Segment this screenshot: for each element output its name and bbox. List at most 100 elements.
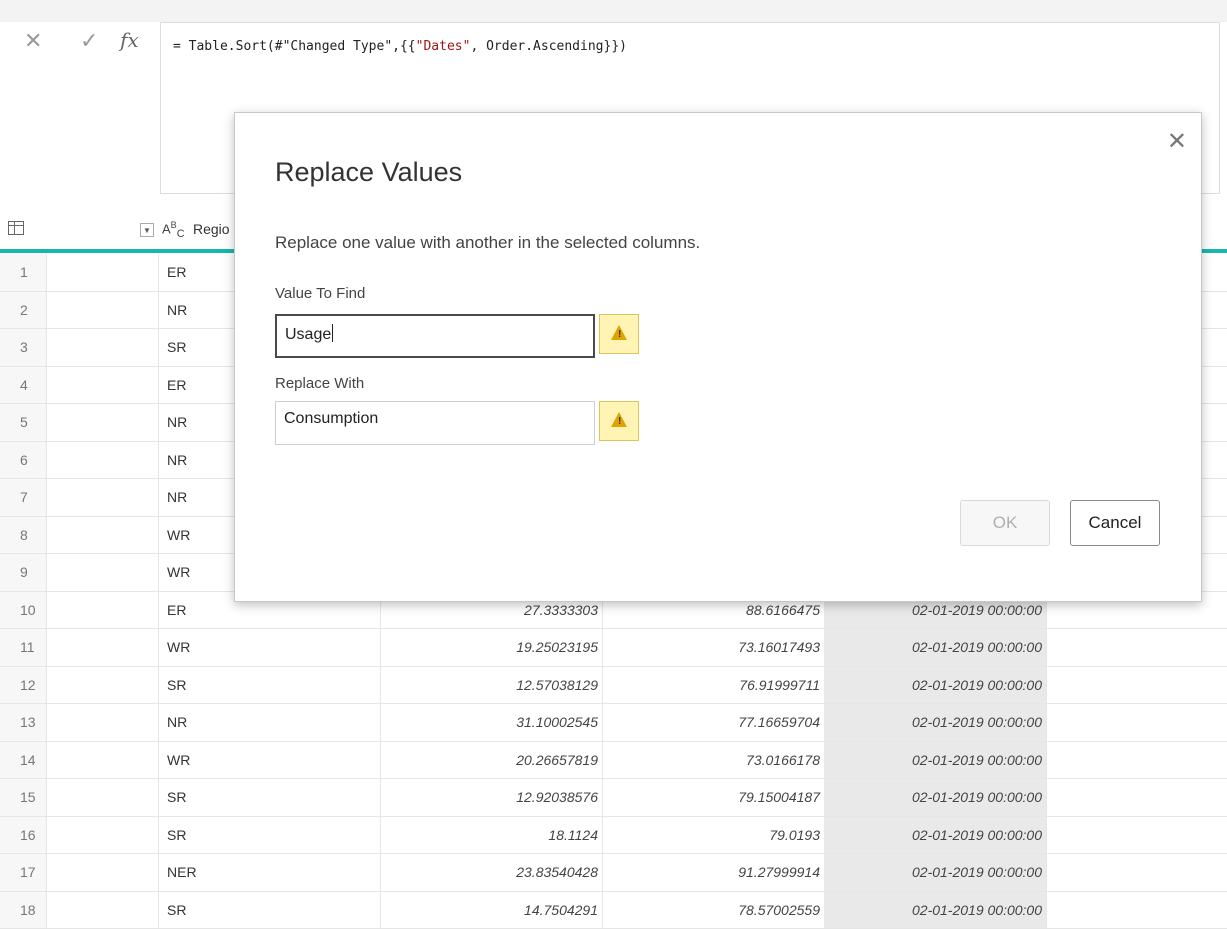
table-row: 17 NER 23.83540428 91.27999914 02-01-2019 00… — [0, 854, 1227, 892]
row-number[interactable]: 1 — [0, 254, 46, 291]
close-icon[interactable]: ✕ — [24, 28, 42, 54]
row-number[interactable]: 7 — [0, 479, 46, 516]
cell-region[interactable]: SR — [158, 891, 380, 928]
row-number[interactable]: 14 — [0, 741, 46, 778]
formula-string: "Dates" — [415, 39, 471, 54]
cell-first[interactable] — [46, 816, 158, 853]
cell-tail[interactable] — [1046, 629, 1227, 666]
row-number[interactable]: 5 — [0, 404, 46, 441]
cell-value-1[interactable]: 31.10002545 — [380, 704, 602, 741]
row-number[interactable]: 9 — [0, 554, 46, 591]
cell-first[interactable] — [46, 291, 158, 328]
row-number[interactable]: 17 — [0, 854, 46, 891]
table-row: 13 NR 31.10002545 77.16659704 02-01-2019 00:… — [0, 704, 1227, 742]
cancel-button[interactable]: Cancel — [1070, 500, 1160, 546]
cell-tail[interactable] — [1046, 741, 1227, 778]
cell-value-1[interactable]: 19.25023195 — [380, 629, 602, 666]
row-number[interactable]: 4 — [0, 366, 46, 403]
cell-first[interactable] — [46, 666, 158, 703]
cell-region[interactable]: NR — [158, 704, 380, 741]
cell-value-2[interactable]: 91.27999914 — [602, 854, 824, 891]
warning-icon[interactable]: ! — [599, 401, 639, 441]
cell-value-1[interactable]: 18.1124 — [380, 816, 602, 853]
cell-first[interactable] — [46, 591, 158, 628]
cell-value-2[interactable]: 76.91999711 — [602, 666, 824, 703]
cell-first[interactable] — [46, 441, 158, 478]
text-type-icon[interactable]: ABC — [162, 220, 185, 240]
cell-date[interactable]: 02-01-2019 00:00:00 — [824, 704, 1046, 741]
cell-value-2[interactable]: 73.16017493 — [602, 629, 824, 666]
cell-region[interactable]: SR — [158, 779, 380, 816]
cell-tail[interactable] — [1046, 816, 1227, 853]
cell-first[interactable] — [46, 779, 158, 816]
cell-value-2[interactable]: 78.57002559 — [602, 891, 824, 928]
cell-first[interactable] — [46, 329, 158, 366]
cell-first[interactable] — [46, 554, 158, 591]
cell-region[interactable]: SR — [158, 666, 380, 703]
ok-button[interactable]: OK — [960, 500, 1050, 546]
row-number[interactable]: 6 — [0, 441, 46, 478]
cell-region[interactable]: WR — [158, 629, 380, 666]
table-row: 11 WR 19.25023195 73.16017493 02-01-2019 00:… — [0, 629, 1227, 667]
close-icon[interactable]: ✕ — [1167, 127, 1187, 156]
cell-first[interactable] — [46, 516, 158, 553]
cell-tail[interactable] — [1046, 891, 1227, 928]
cell-region[interactable]: NER — [158, 854, 380, 891]
cell-region[interactable]: SR — [158, 816, 380, 853]
cell-first[interactable] — [46, 704, 158, 741]
row-number[interactable]: 3 — [0, 329, 46, 366]
cell-value-2[interactable]: 79.15004187 — [602, 779, 824, 816]
chevron-down-icon[interactable]: ▼ — [140, 223, 154, 237]
table-row: 12 SR 12.57038129 76.91999711 02-01-2019 00:… — [0, 666, 1227, 704]
column-header-region[interactable]: Regio — [193, 221, 230, 237]
row-number[interactable]: 13 — [0, 704, 46, 741]
top-strip — [0, 0, 1227, 22]
check-icon[interactable]: ✓ — [80, 28, 98, 54]
cell-date[interactable]: 02-01-2019 00:00:00 — [824, 666, 1046, 703]
cell-tail[interactable] — [1046, 666, 1227, 703]
warning-icon[interactable]: ! — [599, 314, 639, 354]
cell-date[interactable]: 02-01-2019 00:00:00 — [824, 854, 1046, 891]
row-number[interactable]: 8 — [0, 516, 46, 553]
cell-date[interactable]: 02-01-2019 00:00:00 — [824, 629, 1046, 666]
cell-tail[interactable] — [1046, 704, 1227, 741]
cell-first[interactable] — [46, 366, 158, 403]
row-number[interactable]: 12 — [0, 666, 46, 703]
cell-value-2[interactable]: 79.0193 — [602, 816, 824, 853]
row-number[interactable]: 18 — [0, 891, 46, 928]
cell-first[interactable] — [46, 741, 158, 778]
row-number[interactable]: 10 — [0, 591, 46, 628]
cell-value-2[interactable]: 73.0166178 — [602, 741, 824, 778]
cell-value-1[interactable]: 14.7504291 — [380, 891, 602, 928]
cell-date[interactable]: 02-01-2019 00:00:00 — [824, 779, 1046, 816]
formula-text: = Table.Sort(#"Changed Type",{{ — [173, 39, 416, 54]
cell-first[interactable] — [46, 629, 158, 666]
row-number[interactable]: 2 — [0, 291, 46, 328]
row-number[interactable]: 15 — [0, 779, 46, 816]
cell-value-1[interactable]: 20.26657819 — [380, 741, 602, 778]
cell-date[interactable]: 02-01-2019 00:00:00 — [824, 741, 1046, 778]
cell-tail[interactable] — [1046, 854, 1227, 891]
cell-first[interactable] — [46, 854, 158, 891]
table-row: 18 SR 14.7504291 78.57002559 02-01-2019 00:0… — [0, 891, 1227, 929]
fx-icon[interactable]: fx — [120, 28, 139, 52]
cell-tail[interactable] — [1046, 779, 1227, 816]
cell-first[interactable] — [46, 254, 158, 291]
cell-first[interactable] — [46, 891, 158, 928]
dialog-description: Replace one value with another in the se… — [275, 233, 701, 252]
cell-first[interactable] — [46, 404, 158, 441]
table-icon[interactable] — [8, 221, 24, 235]
cell-date[interactable]: 02-01-2019 00:00:00 — [824, 891, 1046, 928]
value-to-find-input[interactable]: Usage — [275, 314, 595, 358]
cell-region[interactable]: WR — [158, 741, 380, 778]
cell-value-1[interactable]: 12.92038576 — [380, 779, 602, 816]
row-number[interactable]: 11 — [0, 629, 46, 666]
cell-first[interactable] — [46, 479, 158, 516]
cell-date[interactable]: 02-01-2019 00:00:00 — [824, 816, 1046, 853]
cell-value-1[interactable]: 23.83540428 — [380, 854, 602, 891]
row-number[interactable]: 16 — [0, 816, 46, 853]
replace-with-input[interactable]: Consumption — [275, 401, 595, 445]
cell-value-2[interactable]: 77.16659704 — [602, 704, 824, 741]
table-row: 16 SR 18.1124 79.0193 02-01-2019 00:00:00 — [0, 816, 1227, 854]
cell-value-1[interactable]: 12.57038129 — [380, 666, 602, 703]
